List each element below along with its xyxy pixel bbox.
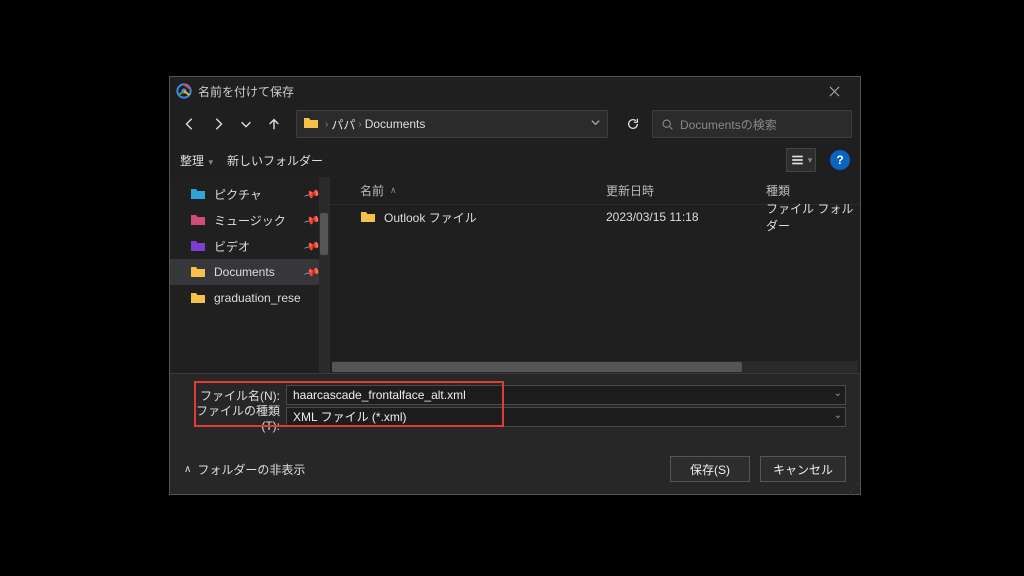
toolbar: 整理 ▾ 新しいフォルダー ▾ ? — [170, 143, 860, 177]
chrome-icon — [176, 83, 192, 99]
save-button[interactable]: 保存(S) — [670, 456, 750, 482]
refresh-button[interactable] — [618, 110, 648, 138]
sort-asc-icon: ∧ — [390, 185, 397, 196]
bottom-panel: ファイル名(N): ⌄ ファイルの種類(T): XML ファイル (*.xml)… — [170, 373, 860, 494]
column-type[interactable]: 種類 — [766, 182, 860, 199]
breadcrumb-item[interactable]: Documents — [365, 117, 426, 131]
sidebar-item-videos[interactable]: ビデオ 📌 — [170, 233, 329, 259]
breadcrumb-item[interactable]: パパ — [331, 116, 355, 133]
cancel-button[interactable]: キャンセル — [760, 456, 846, 482]
titlebar: 名前を付けて保存 — [170, 77, 860, 105]
back-button[interactable] — [178, 111, 202, 137]
sidebar-item-pictures[interactable]: ピクチャ 📌 — [170, 181, 329, 207]
close-button[interactable] — [814, 78, 854, 104]
nav-row: › パパ › Documents Documentsの検索 — [170, 105, 860, 143]
forward-button[interactable] — [206, 111, 230, 137]
filetype-select[interactable]: XML ファイル (*.xml) — [286, 407, 846, 427]
filetype-label: ファイルの種類(T): — [184, 402, 280, 433]
search-input[interactable]: Documentsの検索 — [652, 110, 852, 138]
sidebar-item-music[interactable]: ミュージック 📌 — [170, 207, 329, 233]
filename-input[interactable] — [286, 385, 846, 405]
sidebar-scrollbar[interactable] — [319, 177, 329, 373]
folder-icon — [360, 209, 376, 225]
up-button[interactable] — [262, 111, 286, 137]
dialog-title: 名前を付けて保存 — [198, 83, 294, 100]
folder-icon — [190, 186, 206, 202]
search-icon — [661, 118, 674, 131]
save-as-dialog: 名前を付けて保存 › — [169, 76, 861, 495]
folder-icon — [190, 212, 206, 228]
help-button[interactable]: ? — [830, 150, 850, 170]
file-row[interactable]: Outlook ファイル 2023/03/15 11:18 ファイル フォルダー — [330, 205, 860, 229]
folder-icon — [190, 238, 206, 254]
folder-icon — [190, 264, 206, 280]
recent-locations-button[interactable] — [234, 111, 258, 137]
new-folder-button[interactable]: 新しいフォルダー — [227, 152, 323, 169]
folder-icon — [303, 115, 319, 134]
address-bar[interactable]: › パパ › Documents — [296, 110, 608, 138]
chevron-down-icon[interactable] — [590, 117, 601, 131]
resize-grip[interactable]: ⋰ — [849, 486, 858, 492]
search-placeholder: Documentsの検索 — [680, 116, 777, 133]
sidebar: ピクチャ 📌 ミュージック 📌 ビデオ 📌 Documents 📌 — [170, 177, 330, 373]
chevron-up-icon: ∧ — [184, 464, 191, 475]
breadcrumb[interactable]: › パパ › Documents — [325, 116, 425, 133]
folder-icon — [190, 290, 206, 306]
view-options-button[interactable]: ▾ — [786, 148, 816, 172]
organize-menu[interactable]: 整理 ▾ — [180, 152, 213, 169]
file-horizontal-scrollbar[interactable] — [332, 361, 858, 373]
sidebar-item-documents[interactable]: Documents 📌 — [170, 259, 329, 285]
file-list[interactable]: Outlook ファイル 2023/03/15 11:18 ファイル フォルダー — [330, 205, 860, 361]
hide-folders-toggle[interactable]: ∧ フォルダーの非表示 — [184, 461, 305, 478]
file-pane: 名前∧ 更新日時 種類 Outlook ファイル 2023/03/15 11:1… — [330, 177, 860, 373]
column-modified[interactable]: 更新日時 — [606, 182, 766, 199]
column-name[interactable]: 名前∧ — [360, 182, 606, 199]
sidebar-item-graduation[interactable]: graduation_rese — [170, 285, 329, 311]
